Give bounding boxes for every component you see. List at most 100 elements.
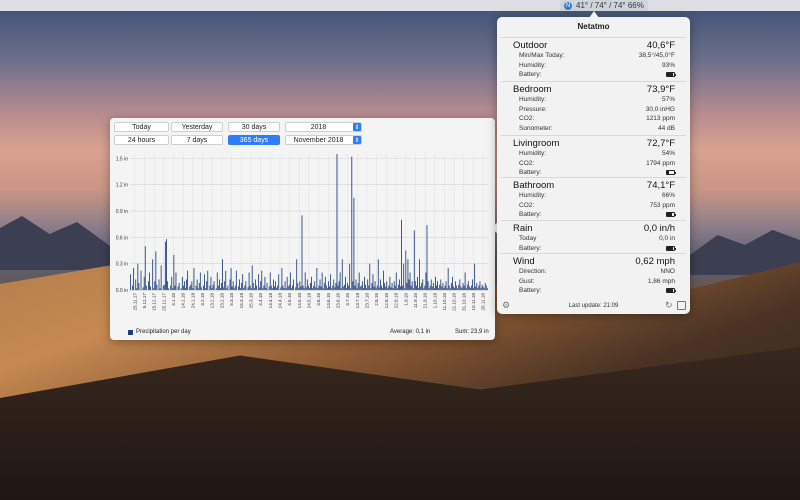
precipitation-bar xyxy=(484,282,486,290)
x-tick-label: 5.3.18 xyxy=(229,293,234,306)
precipitation-bar xyxy=(353,197,355,290)
precipitation-bar xyxy=(148,281,149,290)
precipitation-bar xyxy=(442,282,444,290)
7-days-button[interactable]: 7 days xyxy=(171,135,223,145)
precipitation-bar xyxy=(325,285,327,290)
precipitation-bar xyxy=(435,276,436,290)
module-name: Livingroom xyxy=(513,138,560,149)
precipitation-bar xyxy=(241,282,243,290)
precipitation-bar xyxy=(426,225,428,290)
x-tick-label: 12.8.18 xyxy=(384,293,389,309)
battery-icon xyxy=(666,170,676,176)
y-tick-label: 0.3 in xyxy=(116,262,128,268)
precipitation-bar xyxy=(395,272,397,290)
netatmo-menu-extra[interactable]: N 41° / 74° / 74° 66% xyxy=(560,0,648,11)
popover-footer: Last update: 21:09 xyxy=(497,298,690,314)
precipitation-bar xyxy=(352,281,354,290)
precipitation-bar xyxy=(458,284,460,290)
precipitation-bar xyxy=(321,272,323,290)
module-value: 74,1°F xyxy=(646,180,675,191)
365-days-button[interactable]: 365 days xyxy=(228,135,280,145)
precipitation-bar xyxy=(216,272,218,290)
precipitation-bar xyxy=(144,246,146,290)
precipitation-bar xyxy=(337,285,339,290)
average-value: Average: 0,1 in xyxy=(390,329,431,335)
precipitation-bar xyxy=(415,285,417,290)
precipitation-bar xyxy=(422,279,424,290)
x-tick-label: 11.9.18 xyxy=(413,293,418,308)
precipitation-bar xyxy=(365,284,366,290)
precipitation-bar xyxy=(319,279,321,290)
row-label: Pressure: xyxy=(519,105,547,113)
precipitation-bar xyxy=(478,285,480,290)
precipitation-bar xyxy=(256,285,257,290)
precipitation-bar xyxy=(329,286,330,290)
precipitation-bar xyxy=(400,286,401,290)
precipitation-bar xyxy=(217,285,219,290)
precipitation-bar xyxy=(394,285,396,290)
precipitation-bar xyxy=(364,276,365,290)
precipitation-bar xyxy=(210,276,212,290)
module-name: Wind xyxy=(513,256,535,267)
precipitation-bar xyxy=(133,268,135,290)
precipitation-bar xyxy=(368,285,370,290)
precipitation-bar xyxy=(264,276,266,290)
today-button[interactable]: Today xyxy=(114,122,169,132)
precipitation-bar xyxy=(390,287,392,290)
refresh-icon[interactable]: ↻ xyxy=(665,301,674,310)
legend-label: Precipitation per day xyxy=(136,329,191,335)
precipitation-bar xyxy=(414,281,416,290)
precipitation-bar xyxy=(332,285,334,290)
export-icon[interactable] xyxy=(677,301,686,310)
netatmo-icon: N xyxy=(564,1,572,10)
precipitation-bar xyxy=(275,281,276,290)
precipitation-bar xyxy=(268,286,270,290)
precipitation-bar xyxy=(260,281,262,290)
month-select[interactable]: November 2018 ⇕ xyxy=(285,135,362,145)
x-tick-label: 23.6.18 xyxy=(336,293,341,309)
row-value: 0,0 in xyxy=(659,235,675,243)
precipitation-bar xyxy=(173,254,175,290)
precipitation-bar xyxy=(315,287,317,290)
precipitation-bar xyxy=(431,286,433,290)
battery-icon xyxy=(666,72,676,78)
row-value: 57% xyxy=(661,96,675,104)
year-select[interactable]: 2018 ⇕ xyxy=(285,122,362,132)
precipitation-bar xyxy=(311,276,312,290)
precipitation-bar xyxy=(306,279,308,290)
gear-icon[interactable]: ⚙ xyxy=(502,301,511,310)
module-outdoor: Outdoor 40,6°F Min/Max Today: 38,5°/45,0°F H… xyxy=(513,38,676,80)
x-tick-label: 1.10.18 xyxy=(432,293,437,309)
precipitation-bar xyxy=(189,286,191,290)
precipitation-bar xyxy=(330,274,332,290)
precipitation-bar xyxy=(383,270,384,290)
precipitation-bar xyxy=(154,281,156,290)
precipitation-bar xyxy=(213,281,215,290)
precipitation-bar xyxy=(266,282,268,290)
module-row: Battery: xyxy=(513,210,676,220)
row-label: CO2: xyxy=(519,201,535,209)
30-days-button[interactable]: 30 days xyxy=(228,122,280,132)
precipitation-bar xyxy=(381,285,382,290)
precipitation-bar xyxy=(430,279,432,290)
row-label: Humidity: xyxy=(519,96,547,104)
precipitation-bar xyxy=(437,281,439,290)
precipitation-bar xyxy=(227,285,229,290)
module-value: 40,6°F xyxy=(646,40,675,51)
precipitation-bar xyxy=(320,286,322,290)
row-label: Battery: xyxy=(519,244,542,252)
row-label: Min/Max Today: xyxy=(519,52,565,60)
yesterday-button[interactable]: Yesterday xyxy=(171,122,223,132)
24-hours-button[interactable]: 24 hours xyxy=(114,135,169,145)
precipitation-bar xyxy=(143,276,145,290)
precipitation-bar xyxy=(413,230,415,290)
precipitation-bar xyxy=(278,274,280,290)
updown-icon: ⇕ xyxy=(353,123,361,131)
precipitation-bar xyxy=(427,281,429,290)
x-tick-label: 23.2.18 xyxy=(219,293,224,309)
module-row: CO2: 753 ppm xyxy=(513,201,675,211)
x-tick-label: 4.5.18 xyxy=(287,293,292,306)
y-tick-label: 0.6 in xyxy=(116,235,128,241)
precipitation-bar xyxy=(377,259,379,290)
precipitation-bar xyxy=(174,285,176,290)
